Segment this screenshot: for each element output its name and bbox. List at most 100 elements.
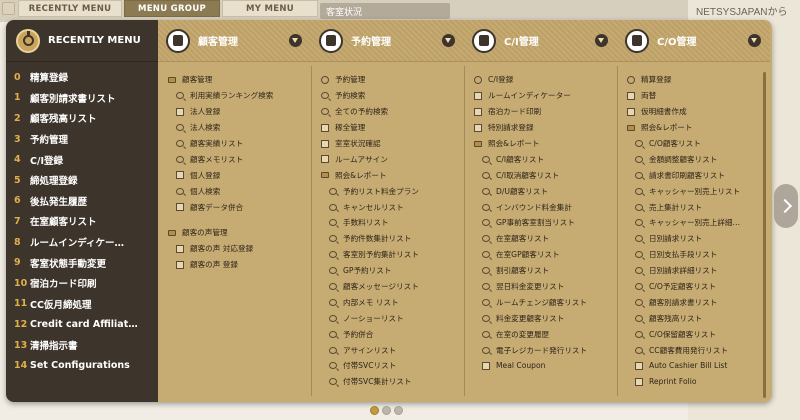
recent-item[interactable]: 11 CC仮月締処理 <box>6 294 158 315</box>
recent-item[interactable]: 9 客室状態手動変更 <box>6 252 158 273</box>
menu-column-header[interactable]: 顧客管理 <box>158 20 311 62</box>
menu-item[interactable]: インバウンド料金集計 <box>474 199 617 215</box>
menu-item[interactable]: 金額調整顧客リスト <box>627 151 770 167</box>
menu-item[interactable]: 請求書印刷顧客リスト <box>627 167 770 183</box>
menu-item[interactable]: 割引顧客リスト <box>474 263 617 279</box>
menu-item[interactable]: キャッシャー別売上リスト <box>627 183 770 199</box>
menu-item[interactable]: 予約検索 <box>321 88 464 104</box>
menu-item[interactable]: 全ての予約検索 <box>321 104 464 120</box>
menu-item[interactable]: 顧客別請求書リスト <box>627 294 770 310</box>
menu-item[interactable]: 顧客データ併合 <box>168 199 311 215</box>
menu-item[interactable]: 日別請求詳細リスト <box>627 263 770 279</box>
menu-item[interactable]: 客室別予約集計リスト <box>321 247 464 263</box>
next-page-arrow-icon[interactable] <box>774 184 798 228</box>
menu-item[interactable]: 電子レジカード発行リスト <box>474 342 617 358</box>
menu-item[interactable]: 顧客実績リスト <box>168 136 311 152</box>
menu-item[interactable]: ルームアサイン <box>321 151 464 167</box>
menu-item[interactable]: 予約件数集計リスト <box>321 231 464 247</box>
menu-item[interactable]: 日別支払手段リスト <box>627 247 770 263</box>
menu-item[interactable]: 法人登録 <box>168 104 311 120</box>
menu-item[interactable]: 料金変更顧客リスト <box>474 310 617 326</box>
menu-item[interactable]: ノーショーリスト <box>321 310 464 326</box>
menu-item[interactable]: 個人検索 <box>168 183 311 199</box>
menu-column-header[interactable]: 予約管理 <box>311 20 464 62</box>
menu-item[interactable]: 顧客の声 対応登録 <box>168 241 311 257</box>
page-dot[interactable] <box>370 406 379 415</box>
recent-item[interactable]: 14 Set Configurations <box>6 355 158 376</box>
menu-item[interactable]: Meal Coupon <box>474 358 617 374</box>
tab-recently-menu[interactable]: RECENTLY MENU <box>18 0 122 17</box>
menu-item[interactable]: 精算登録 <box>627 72 770 88</box>
menu-item[interactable]: 個人登録 <box>168 167 311 183</box>
recent-item[interactable]: 1 顧客別請求書リスト <box>6 88 158 109</box>
recent-item[interactable]: 2 顧客残高リスト <box>6 108 158 129</box>
menu-item[interactable]: 手数料リスト <box>321 215 464 231</box>
menu-item[interactable]: 稼全管理 <box>321 120 464 136</box>
menu-item[interactable]: 付帯SVCリスト <box>321 358 464 374</box>
menu-group-header[interactable]: 顧客管理 <box>168 72 311 88</box>
menu-item[interactable]: 顧客残高リスト <box>627 310 770 326</box>
menu-item[interactable]: C/I登録 <box>474 72 617 88</box>
menu-item[interactable]: 顧客メッセージリスト <box>321 279 464 295</box>
page-dot[interactable] <box>394 406 403 415</box>
menu-column-header[interactable]: C/O管理 <box>617 20 770 62</box>
menu-item[interactable]: 宿泊カード印刷 <box>474 104 617 120</box>
menu-item[interactable]: GP事前客室割当リスト <box>474 215 617 231</box>
menu-group-header[interactable]: 照会&レポート <box>627 120 770 136</box>
recent-item[interactable]: 6 後払発生履歴 <box>6 191 158 212</box>
chevron-down-icon[interactable] <box>289 34 302 47</box>
menu-item[interactable]: ルームチェンジ顧客リスト <box>474 294 617 310</box>
menu-item[interactable]: 付帯SVC集計リスト <box>321 374 464 390</box>
recent-item[interactable]: 12 Credit card Affiliat… <box>6 314 158 335</box>
menu-item[interactable]: Auto Cashier Bill List <box>627 358 770 374</box>
menu-item[interactable]: 法人検索 <box>168 120 311 136</box>
menu-item[interactable]: C/I取消顧客リスト <box>474 167 617 183</box>
menu-item[interactable]: 仮明細書作成 <box>627 104 770 120</box>
tab-menu-group[interactable]: MENU GROUP <box>124 0 220 17</box>
chevron-down-icon[interactable] <box>748 34 761 47</box>
menu-scrollbar[interactable] <box>763 72 766 398</box>
menu-item[interactable]: C/O予定顧客リスト <box>627 279 770 295</box>
chevron-down-icon[interactable] <box>442 34 455 47</box>
recent-item[interactable]: 0 精算登録 <box>6 67 158 88</box>
chevron-down-icon[interactable] <box>595 34 608 47</box>
menu-item[interactable]: 顧客の声 登録 <box>168 257 311 273</box>
menu-item[interactable]: 予約管理 <box>321 72 464 88</box>
menu-item[interactable]: 内部メモ リスト <box>321 294 464 310</box>
tab-my-menu[interactable]: MY MENU <box>222 0 318 17</box>
menu-item[interactable]: 予約リスト料金プラン <box>321 183 464 199</box>
menu-item[interactable]: 室室状況確認 <box>321 136 464 152</box>
menu-item[interactable]: 予約併合 <box>321 326 464 342</box>
menu-item[interactable]: 在室顧客リスト <box>474 231 617 247</box>
menu-item[interactable]: GP予約リスト <box>321 263 464 279</box>
recent-item[interactable]: 5 締処理登録 <box>6 170 158 191</box>
menu-item[interactable]: 両替 <box>627 88 770 104</box>
recent-item[interactable]: 7 在室顧客リスト <box>6 211 158 232</box>
menu-item[interactable]: C/O顧客リスト <box>627 136 770 152</box>
menu-item[interactable]: キャッシャー別売上詳細… <box>627 215 770 231</box>
menu-item[interactable]: C/O保留顧客リスト <box>627 326 770 342</box>
menu-column-header[interactable]: C/I管理 <box>464 20 617 62</box>
menu-group-header[interactable]: 照会&レポート <box>474 136 617 152</box>
menu-item[interactable]: C/I顧客リスト <box>474 151 617 167</box>
menu-item[interactable]: ルームインディケーター <box>474 88 617 104</box>
menu-item[interactable]: 在室の変更履歴 <box>474 326 617 342</box>
menu-item[interactable]: CC顧客費用発行リスト <box>627 342 770 358</box>
recent-item[interactable]: 8 ルームインディケー… <box>6 232 158 253</box>
menu-item[interactable]: 顧客メモリスト <box>168 151 311 167</box>
page-dot[interactable] <box>382 406 391 415</box>
menu-item[interactable]: 翌日料金変更リスト <box>474 279 617 295</box>
menu-group-header[interactable]: 照会&レポート <box>321 167 464 183</box>
menu-item[interactable]: 特別請求登録 <box>474 120 617 136</box>
menu-item[interactable]: 在室GP顧客リスト <box>474 247 617 263</box>
recent-item[interactable]: 10 宿泊カード印刷 <box>6 273 158 294</box>
menu-item[interactable]: D/U顧客リスト <box>474 183 617 199</box>
recent-item[interactable]: 13 清掃指示書 <box>6 335 158 356</box>
menu-item[interactable]: キャンセルリスト <box>321 199 464 215</box>
menu-item[interactable]: 日別請求リスト <box>627 231 770 247</box>
menu-group-header[interactable]: 顧客の声管理 <box>168 225 311 241</box>
menu-item[interactable]: 売上集計リスト <box>627 199 770 215</box>
recent-item[interactable]: 3 予約管理 <box>6 129 158 150</box>
menu-item[interactable]: アサインリスト <box>321 342 464 358</box>
recent-item[interactable]: 4 C/I登録 <box>6 149 158 170</box>
